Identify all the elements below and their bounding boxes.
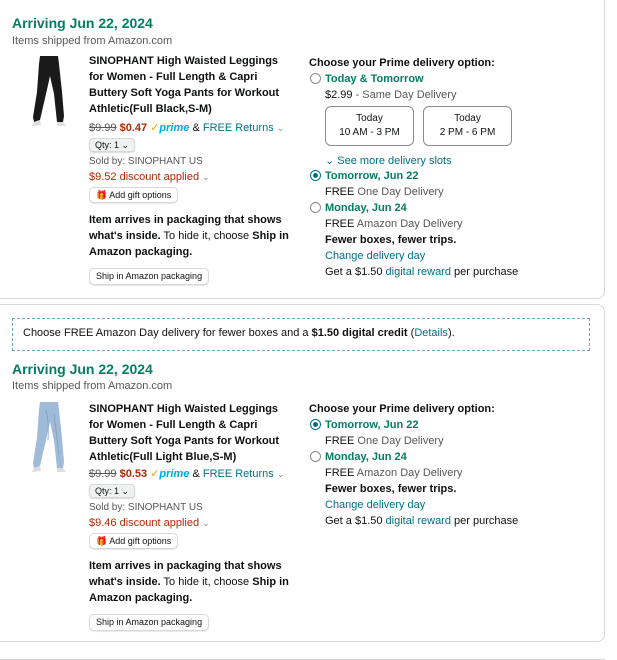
prime-badge: ✓prime <box>150 122 190 134</box>
chevron-down-icon: ⌄ <box>121 486 130 496</box>
amazon-day-promo-banner: Choose FREE Amazon Day delivery for fewe… <box>12 318 590 351</box>
option-tomorrow-title-2[interactable]: Tomorrow, Jun 22 <box>325 419 419 431</box>
option-one-day-2: FREE One Day Delivery <box>325 435 444 447</box>
fewer-boxes-text-1: Fewer boxes, fewer trips. <box>325 234 457 246</box>
add-gift-options-button-2[interactable]: 🎁 Add gift options <box>89 533 179 549</box>
delivery-heading-2: Choose your Prime delivery option: <box>309 403 495 415</box>
shipped-from-2: Items shipped from Amazon.com <box>12 380 173 392</box>
product-image-light-blue-leggings[interactable] <box>26 400 72 474</box>
sale-price: $0.53 <box>119 468 148 480</box>
sale-price: $0.47 <box>119 122 148 134</box>
chevron-down-icon[interactable]: ⌄ <box>277 469 285 479</box>
delivery-heading-1: Choose your Prime delivery option: <box>309 57 495 69</box>
add-gift-options-button-1[interactable]: 🎁 Add gift options <box>89 187 179 203</box>
chevron-down-icon: ⌄ <box>121 140 130 150</box>
chevron-down-icon: ⌄ <box>202 518 210 528</box>
ampersand: & <box>192 468 200 480</box>
option-amazon-day-2: FREE Amazon Day Delivery <box>325 467 463 479</box>
digital-reward-link[interactable]: digital reward <box>386 515 451 527</box>
arriving-date-1: Arriving Jun 22, 2024 <box>12 15 153 31</box>
product-image-black-leggings[interactable] <box>26 54 72 128</box>
list-price: $9.99 <box>89 468 117 480</box>
quantity-dropdown-1[interactable]: Qty: 1 ⌄ <box>89 138 136 152</box>
free-returns-link[interactable]: FREE Returns <box>203 122 274 134</box>
quantity-dropdown-2[interactable]: Qty: 1 ⌄ <box>89 484 136 498</box>
gift-icon: 🎁 <box>96 536 108 546</box>
option-amazon-day-1: FREE Amazon Day Delivery <box>325 218 463 230</box>
discount-applied-2[interactable]: $9.46 discount applied ⌄ <box>89 517 210 529</box>
price-row-2: $9.99 $0.53 ✓prime & FREE Returns ⌄ <box>89 467 284 480</box>
digital-reward-link[interactable]: digital reward <box>386 266 451 278</box>
radio-monday-jun24-2[interactable] <box>310 451 321 462</box>
ship-in-amazon-packaging-button-1[interactable]: Ship in Amazon packaging <box>89 268 210 285</box>
price-row-1: $9.99 $0.47 ✓prime & FREE Returns ⌄ <box>89 121 284 134</box>
ampersand: & <box>192 122 200 134</box>
arriving-date-2: Arriving Jun 22, 2024 <box>12 361 153 377</box>
see-more-delivery-slots-link[interactable]: ⌄ See more delivery slots <box>325 154 452 167</box>
ship-in-amazon-packaging-button-2[interactable]: Ship in Amazon packaging <box>89 614 210 631</box>
digital-reward-text-1: Get a $1.50 digital reward per purchase <box>325 266 519 278</box>
list-price: $9.99 <box>89 122 117 134</box>
option-monday-title-2[interactable]: Monday, Jun 24 <box>325 451 407 463</box>
product-title-2[interactable]: SINOPHANT High Waisted Leggings for Wome… <box>89 401 294 465</box>
delivery-slot-group: Today 10 AM - 3 PM Today 2 PM - 6 PM <box>325 106 515 148</box>
option-today-tomorrow-title[interactable]: Today & Tomorrow <box>325 73 424 85</box>
delivery-slot-10am-3pm[interactable]: Today 10 AM - 3 PM <box>325 106 414 146</box>
promo-details-link[interactable]: Details <box>414 327 448 339</box>
prime-badge: ✓prime <box>150 468 190 480</box>
option-monday-title-1[interactable]: Monday, Jun 24 <box>325 202 407 214</box>
change-delivery-day-link-1[interactable]: Change delivery day <box>325 250 425 262</box>
chevron-down-icon: ⌄ <box>325 155 335 167</box>
product-title-1[interactable]: SINOPHANT High Waisted Leggings for Wome… <box>89 53 294 117</box>
chevron-down-icon: ⌄ <box>202 172 210 182</box>
option-tomorrow-title-1[interactable]: Tomorrow, Jun 22 <box>325 170 419 182</box>
sold-by-2: Sold by: SINOPHANT US <box>89 502 203 513</box>
radio-today-tomorrow[interactable] <box>310 73 321 84</box>
change-delivery-day-link-2[interactable]: Change delivery day <box>325 499 425 511</box>
delivery-slot-2pm-6pm[interactable]: Today 2 PM - 6 PM <box>423 106 512 146</box>
sold-by-1: Sold by: SINOPHANT US <box>89 156 203 167</box>
packaging-notice-2: Item arrives in packaging that shows wha… <box>89 560 289 604</box>
discount-applied-1[interactable]: $9.52 discount applied ⌄ <box>89 171 210 183</box>
gift-icon: 🎁 <box>96 190 108 200</box>
fewer-boxes-text-2: Fewer boxes, fewer trips. <box>325 483 457 495</box>
packaging-notice-1: Item arrives in packaging that shows wha… <box>89 214 289 258</box>
option-same-day-price: $2.99 - Same Day Delivery <box>325 89 457 101</box>
radio-tomorrow-jun22-2[interactable] <box>310 419 321 430</box>
shipped-from-1: Items shipped from Amazon.com <box>12 35 173 47</box>
free-returns-link[interactable]: FREE Returns <box>203 468 274 480</box>
digital-reward-text-2: Get a $1.50 digital reward per purchase <box>325 515 519 527</box>
radio-monday-jun24-1[interactable] <box>310 202 321 213</box>
chevron-down-icon[interactable]: ⌄ <box>277 123 285 133</box>
radio-tomorrow-jun22-1[interactable] <box>310 170 321 181</box>
option-one-day-1: FREE One Day Delivery <box>325 186 444 198</box>
